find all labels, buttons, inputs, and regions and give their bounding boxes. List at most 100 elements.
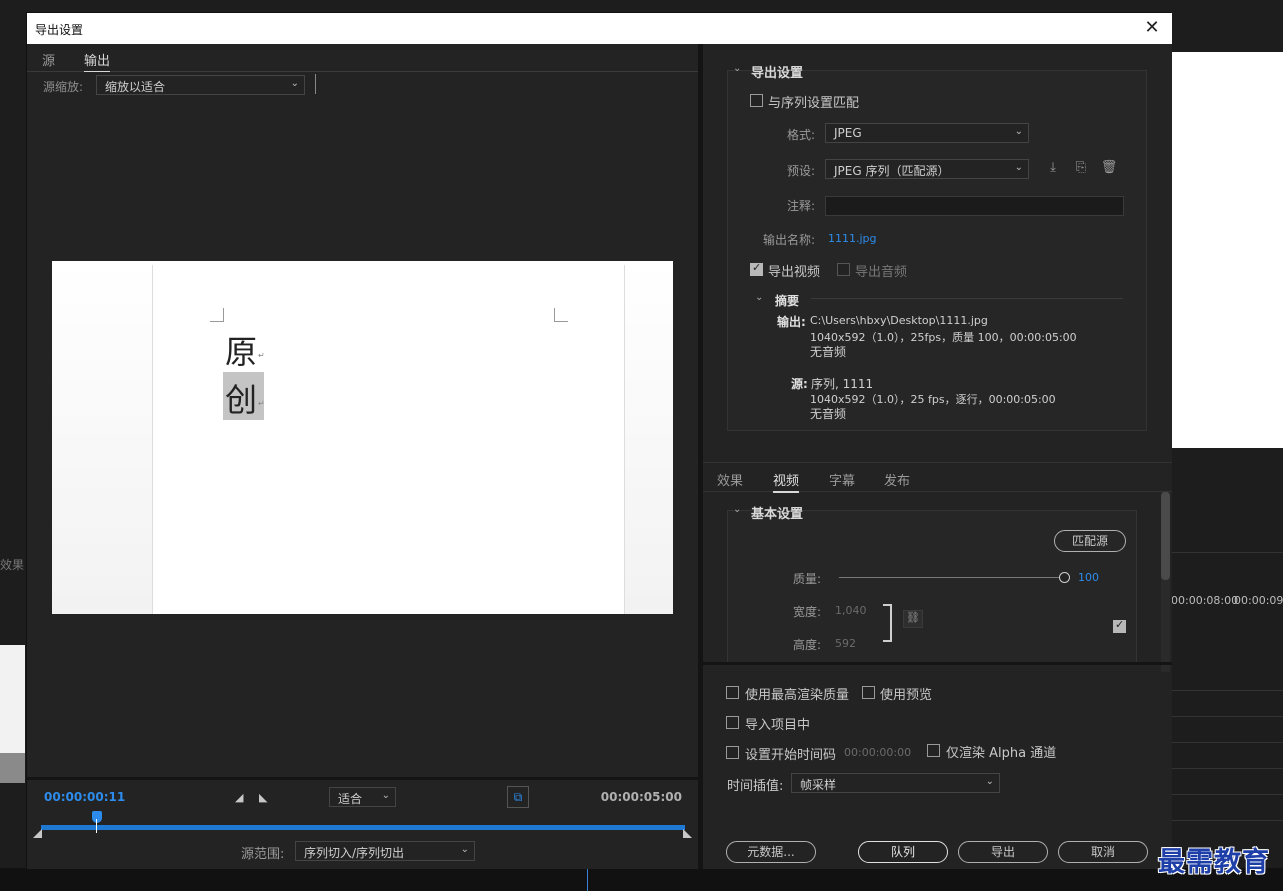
render-alpha-only-checkbox[interactable] <box>927 744 940 757</box>
save-preset-icon[interactable]: ⤓ <box>1044 160 1062 178</box>
scrub-bar[interactable] <box>41 825 685 830</box>
format-value: JPEG <box>834 126 862 140</box>
source-range-dropdown[interactable]: 序列切入/序列切出 ⌄ <box>295 841 475 861</box>
output-name-label: 输出名称: <box>762 233 815 247</box>
output-preview: 原 ↵ 创 ↵ <box>52 261 673 614</box>
export-settings-dialog: 导出设置 ✕ 源 输出 源缩放: 缩放以适合 ⌄ 原 ↵ 创 ↵ 00:00:0… <box>26 12 1172 869</box>
source-range-value: 序列切入/序列切出 <box>304 846 405 860</box>
source-scale-value: 缩放以适合 <box>105 80 166 94</box>
document-page: 原 ↵ 创 ↵ <box>152 265 625 614</box>
out-marker-icon[interactable] <box>683 829 692 838</box>
current-timecode[interactable]: 00:00:00:11 <box>44 790 125 804</box>
set-start-timecode-checkbox[interactable] <box>726 746 739 759</box>
summary-source-name: 序列, 1111 <box>811 377 874 391</box>
preset-dropdown[interactable]: JPEG 序列（匹配源） ⌄ <box>825 159 1029 179</box>
import-preset-icon[interactable]: ⎘ <box>1072 160 1090 178</box>
summary-output-specs: 1040x592（1.0），25fps，质量 100，00:00:05:00 <box>810 331 1077 344</box>
fit-dropdown[interactable]: 适合 ⌄ <box>329 787 396 807</box>
format-dropdown[interactable]: JPEG ⌄ <box>825 123 1029 143</box>
dialog-title: 导出设置 <box>35 23 84 37</box>
set-in-point-icon[interactable]: ◢ <box>235 791 243 804</box>
summary-source-audio: 无音频 <box>810 407 847 421</box>
chevron-down-icon[interactable]: ⌄ <box>733 63 741 74</box>
tab-publish[interactable]: 发布 <box>884 470 910 489</box>
import-into-project-checkbox[interactable] <box>726 716 739 729</box>
chevron-down-icon[interactable]: ⌄ <box>733 504 741 515</box>
settings-tabs: 效果 视频 字幕 发布 <box>703 462 1172 493</box>
program-monitor <box>1170 52 1283 448</box>
quality-slider-handle[interactable] <box>1059 572 1070 583</box>
quality-label: 质量: <box>792 572 821 586</box>
playhead-line <box>96 819 97 833</box>
summary-source-key: 源: <box>791 377 808 391</box>
metadata-button[interactable]: 元数据... <box>726 841 816 863</box>
bg-track-line <box>1170 768 1283 769</box>
export-button[interactable]: 导出 <box>958 841 1048 863</box>
settings-pane: ⌄ 导出设置 与序列设置匹配 格式: JPEG ⌄ 预设: JPEG 序列（匹配… <box>703 44 1172 869</box>
preset-value: JPEG 序列（匹配源） <box>834 164 950 178</box>
quality-slider-track[interactable] <box>839 577 1061 578</box>
set-start-timecode-label: 设置开始时间码 <box>745 748 837 763</box>
output-name-link[interactable]: 1111.jpg <box>828 232 877 245</box>
bg-effects-label: 效果 <box>0 558 25 572</box>
chevron-down-icon: ⌄ <box>290 78 299 89</box>
playhead-handle[interactable] <box>92 811 102 823</box>
source-scale-dropdown[interactable]: 缩放以适合 ⌄ <box>96 75 305 95</box>
match-source-size-checkbox[interactable] <box>1113 618 1126 633</box>
tab-video[interactable]: 视频 <box>773 470 800 493</box>
page-corner-mark <box>554 308 568 322</box>
bg-track-line <box>1170 552 1283 553</box>
render-alpha-only-label: 仅渲染 Alpha 通道 <box>946 746 1057 761</box>
divider <box>811 298 1123 299</box>
match-source-button[interactable]: 匹配源 <box>1054 530 1126 552</box>
quality-value[interactable]: 100 <box>1078 571 1099 584</box>
source-range-label: 源范围: <box>241 847 285 862</box>
height-value[interactable]: 592 <box>835 637 856 650</box>
tab-effects[interactable]: 效果 <box>717 470 743 489</box>
use-previews-checkbox[interactable] <box>862 686 875 699</box>
page-corner-mark <box>210 308 224 322</box>
cancel-button[interactable]: 取消 <box>1058 841 1148 863</box>
summary-output-audio: 无音频 <box>810 345 847 359</box>
summary-output-key: 输出: <box>777 315 806 329</box>
summary-source-specs: 1040x592（1.0），25 fps，逐行，00:00:05:00 <box>810 393 1056 406</box>
paragraph-mark: ↵ <box>258 399 265 408</box>
preview-tabs: 源 输出 <box>27 44 698 72</box>
bg-bottom-strip <box>0 868 1283 891</box>
start-timecode-value[interactable]: 00:00:00:00 <box>844 746 911 759</box>
scrollbar-thumb[interactable] <box>1161 492 1170 580</box>
set-out-point-icon[interactable]: ◣ <box>259 791 267 804</box>
bg-track-line <box>1170 716 1283 717</box>
tab-captions[interactable]: 字幕 <box>829 470 855 489</box>
link-icon[interactable]: ⛓ <box>903 610 923 628</box>
export-video-label: 导出视频 <box>768 265 821 280</box>
time-interpolation-dropdown[interactable]: 帧采样 ⌄ <box>791 773 1000 793</box>
width-value[interactable]: 1,040 <box>835 604 867 617</box>
chevron-down-icon: ⌄ <box>985 776 994 787</box>
delete-preset-icon[interactable]: 🗑 <box>1100 160 1118 178</box>
export-video-checkbox[interactable] <box>750 261 763 276</box>
fit-value: 适合 <box>338 792 363 806</box>
match-sequence-checkbox[interactable] <box>750 94 763 107</box>
aspect-correction-icon[interactable]: ⧉ <box>507 786 529 808</box>
comments-input[interactable] <box>825 196 1124 216</box>
document-text: 原 <box>225 333 258 371</box>
tab-source[interactable]: 源 <box>42 50 55 69</box>
bg-track-line <box>1170 820 1283 821</box>
max-render-quality-checkbox[interactable] <box>726 686 739 699</box>
end-timecode: 00:00:05:00 <box>600 790 682 804</box>
preview-pane: 源 输出 源缩放: 缩放以适合 ⌄ 原 ↵ 创 ↵ 00:00:00:11 ◢ … <box>27 44 698 869</box>
source-scale-label: 源缩放: <box>43 80 84 94</box>
format-label: 格式: <box>786 128 815 142</box>
preset-label: 预设: <box>786 164 815 178</box>
queue-button[interactable]: 队列 <box>858 841 948 863</box>
chevron-down-icon[interactable]: ⌄ <box>755 292 763 303</box>
in-marker-icon[interactable] <box>33 829 42 838</box>
close-icon[interactable]: ✕ <box>1140 16 1164 40</box>
bg-timeline-label: 00:00:08:00 <box>1171 594 1239 607</box>
tab-output[interactable]: 输出 <box>84 50 111 72</box>
max-render-quality-label: 使用最高渲染质量 <box>745 688 850 703</box>
bg-track-line <box>1170 742 1283 743</box>
use-previews-label: 使用预览 <box>880 688 933 703</box>
export-audio-checkbox[interactable] <box>837 263 850 276</box>
